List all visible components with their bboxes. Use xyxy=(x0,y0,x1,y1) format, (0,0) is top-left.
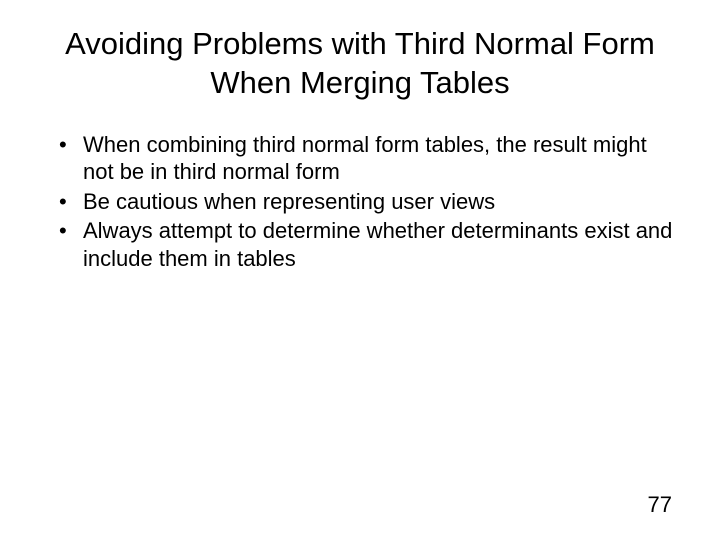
bullet-item: Always attempt to determine whether dete… xyxy=(55,217,675,272)
slide-title: Avoiding Problems with Third Normal Form… xyxy=(45,25,675,103)
page-number: 77 xyxy=(648,492,672,518)
bullet-item: When combining third normal form tables,… xyxy=(55,131,675,186)
bullet-list: When combining third normal form tables,… xyxy=(45,131,675,273)
slide-container: Avoiding Problems with Third Normal Form… xyxy=(0,0,720,540)
bullet-item: Be cautious when representing user views xyxy=(55,188,675,216)
